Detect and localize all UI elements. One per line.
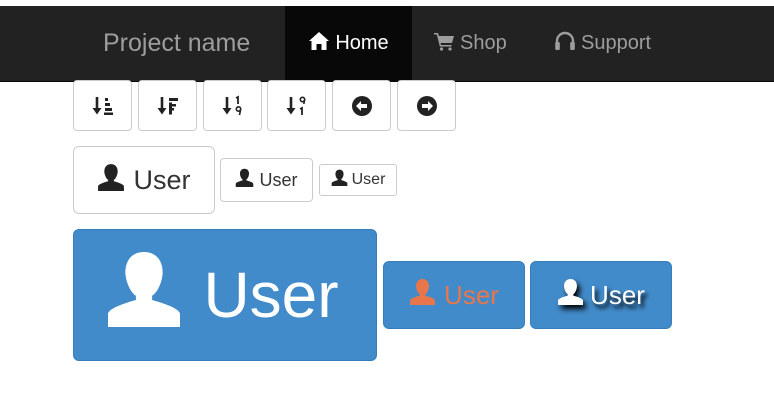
- sort-by-alphabet-button[interactable]: [138, 80, 197, 131]
- sort-by-order-alt-icon: [285, 94, 309, 118]
- sort-by-attributes-button[interactable]: [73, 80, 132, 131]
- sort-by-attributes-icon: [91, 94, 115, 118]
- user-button-label: User: [203, 259, 339, 331]
- user-button-label: User: [590, 279, 645, 310]
- user-button-label: User: [444, 279, 499, 310]
- sort-by-order-button[interactable]: [203, 80, 262, 131]
- user-button-label: User: [133, 164, 191, 195]
- user-button-primary-shadow[interactable]: User: [530, 261, 672, 329]
- user-icon: [105, 249, 183, 342]
- circle-arrow-right-icon: [416, 95, 438, 117]
- sort-by-alphabet-icon: [156, 94, 180, 118]
- user-button-label: User: [259, 169, 298, 190]
- user-button-large[interactable]: User: [73, 146, 215, 214]
- sort-by-order-icon: [221, 94, 245, 118]
- user-icon: [331, 169, 348, 191]
- circle-arrow-left-button[interactable]: [332, 80, 391, 131]
- user-button-primary-orange[interactable]: User: [383, 261, 525, 329]
- user-button-label: User: [351, 171, 386, 188]
- user-button-medium[interactable]: User: [220, 158, 313, 202]
- home-icon: [308, 31, 335, 57]
- user-button-primary-xl[interactable]: User: [73, 229, 377, 361]
- nav-item-shop[interactable]: Shop: [433, 6, 507, 81]
- nav-item-label: Support: [581, 32, 652, 54]
- nav-item-home[interactable]: Home: [285, 6, 412, 81]
- circle-arrow-left-icon: [351, 95, 373, 117]
- navbar: Project name Home Shop Support: [0, 6, 774, 82]
- nav-item-support[interactable]: Support: [554, 6, 651, 81]
- user-icon: [557, 278, 584, 312]
- user-icon: [235, 168, 254, 192]
- headphones-icon: [554, 31, 581, 57]
- sort-by-order-alt-button[interactable]: [267, 80, 326, 131]
- user-icon: [97, 163, 125, 198]
- nav-item-label: Shop: [460, 32, 507, 54]
- shopping-cart-icon: [433, 31, 460, 57]
- user-button-small[interactable]: User: [319, 164, 397, 196]
- nav-item-label: Home: [335, 32, 389, 54]
- navbar-brand[interactable]: Project name: [103, 6, 250, 81]
- circle-arrow-right-button[interactable]: [397, 80, 456, 131]
- user-icon: [409, 278, 436, 312]
